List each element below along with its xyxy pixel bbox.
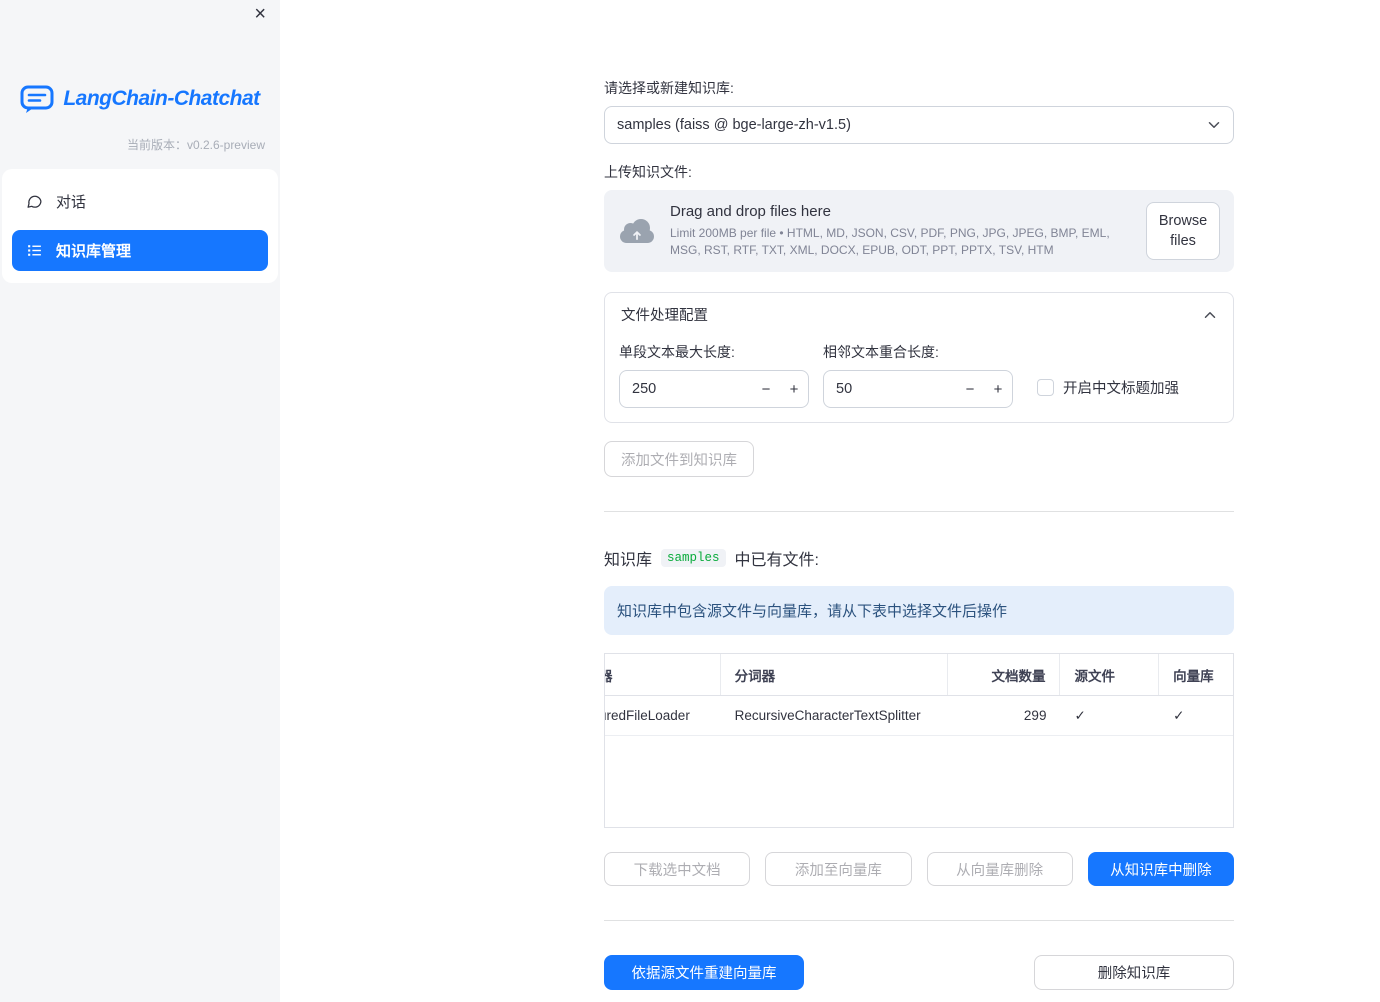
divider [604, 920, 1234, 921]
add-files-button[interactable]: 添加文件到知识库 [604, 441, 754, 477]
sidebar-close-icon[interactable]: × [254, 4, 266, 24]
config-expander-title: 文件处理配置 [621, 308, 708, 324]
logo-text: LangChain-Chatchat [63, 87, 260, 110]
table-header-cell[interactable]: 器 [605, 654, 721, 695]
table-cell-source-check: ✓ [1074, 707, 1086, 723]
chunk-size-label: 单段文本最大长度: [619, 344, 735, 360]
file-dropzone[interactable]: Drag and drop files here Limit 200MB per… [604, 190, 1234, 272]
table-cell-splitter: RecursiveCharacterTextSplitter [734, 708, 921, 723]
overlap-size-decrement-button[interactable]: − [956, 371, 984, 407]
overlap-size-label: 相邻文本重合长度: [823, 344, 939, 360]
kb-selected-value: samples (faiss @ bge-large-zh-v1.5) [617, 117, 851, 133]
zh-title-checkbox[interactable]: 开启中文标题加强 [1037, 377, 1179, 408]
dropzone-limit-text: Limit 200MB per file • HTML, MD, JSON, C… [670, 225, 1110, 257]
main-area: 请选择或新建知识库: samples (faiss @ bge-large-zh… [280, 0, 1380, 1002]
info-banner: 知识库中包含源文件与向量库，请从下表中选择文件后操作 [604, 586, 1234, 635]
kb-bottom-actions: 依据源文件重建向量库 删除知识库 [604, 955, 1234, 990]
menu-item-dialogue[interactable]: 对话 [12, 181, 268, 222]
chunk-size-field[interactable] [620, 381, 752, 397]
overlap-size-field[interactable] [824, 381, 956, 397]
divider [604, 511, 1234, 512]
chevron-down-icon [1205, 116, 1223, 134]
menu-item-knowledge-base[interactable]: 知识库管理 [12, 230, 268, 271]
list-icon [26, 242, 43, 259]
chunk-size-increment-button[interactable]: + [780, 371, 808, 407]
chunk-size-decrement-button[interactable]: − [752, 371, 780, 407]
config-expander: 文件处理配置 单段文本最大长度: − + 相邻文本重合 [604, 292, 1234, 423]
kb-files-suffix: 中已有文件: [734, 552, 819, 569]
kb-selectbox[interactable]: samples (faiss @ bge-large-zh-v1.5) [604, 106, 1234, 144]
table-row[interactable]: uredFileLoader RecursiveCharacterTextSpl… [605, 696, 1233, 736]
table-header: 器 分词器 文档数量 源文件 向量库 [605, 654, 1233, 696]
upload-cloud-icon [620, 217, 654, 245]
checkbox-icon[interactable] [1037, 379, 1054, 396]
rebuild-vectorstore-button[interactable]: 依据源文件重建向量库 [604, 955, 804, 990]
files-table: 器 分词器 文档数量 源文件 向量库 uredFileLoader Recurs… [604, 653, 1234, 828]
browse-files-button[interactable]: Browse files [1146, 202, 1220, 260]
delete-from-kb-button[interactable]: 从知识库中删除 [1087, 852, 1234, 886]
dropzone-title: Drag and drop files here [670, 202, 831, 220]
info-banner-text: 知识库中包含源文件与向量库，请从下表中选择文件后操作 [617, 603, 1008, 620]
overlap-size-increment-button[interactable]: + [984, 371, 1012, 407]
sidebar: × LangChain-Chatchat 当前版本：v0.2.6-preview… [0, 0, 280, 1002]
upload-arrow-icon [633, 231, 641, 240]
kb-select-label: 请选择或新建知识库: [604, 80, 734, 96]
config-expander-header[interactable]: 文件处理配置 [605, 293, 1233, 334]
version-label: 当前版本：v0.2.6-preview [126, 138, 265, 152]
add-to-vectorstore-button[interactable]: 添加至向量库 [765, 852, 912, 886]
overlap-size-input: − + [823, 370, 1013, 408]
chat-bubble-icon [26, 193, 43, 210]
menu-item-label: 对话 [56, 194, 87, 211]
zh-title-checkbox-label: 开启中文标题加强 [1063, 381, 1179, 397]
table-header-cell[interactable]: 源文件 [1060, 654, 1160, 695]
download-selected-button[interactable]: 下载选中文档 [604, 852, 751, 886]
logo-chat-icon [20, 84, 54, 114]
table-cell-loader: uredFileLoader [605, 708, 690, 723]
sidebar-menu: 对话 知识库管理 [2, 169, 278, 283]
table-header-cell[interactable]: 分词器 [721, 654, 948, 695]
delete-kb-button[interactable]: 删除知识库 [1034, 955, 1234, 990]
kb-files-prefix: 知识库 [604, 552, 653, 569]
table-cell-doc-count: 299 [1023, 708, 1047, 723]
table-header-cell[interactable]: 向量库 [1159, 654, 1233, 695]
delete-from-vectorstore-button[interactable]: 从向量库删除 [926, 852, 1073, 886]
app-logo: LangChain-Chatchat [14, 84, 266, 114]
upload-label: 上传知识文件: [604, 164, 692, 180]
chevron-up-icon [1201, 306, 1219, 324]
kb-name-code: samples [661, 549, 726, 567]
table-header-cell[interactable]: 文档数量 [948, 654, 1061, 695]
chunk-size-input: − + [619, 370, 809, 408]
table-actions: 下载选中文档 添加至向量库 从向量库删除 从知识库中删除 [604, 852, 1234, 886]
table-cell-vector-check: ✓ [1173, 707, 1185, 723]
dropzone-texts: Drag and drop files here Limit 200MB per… [670, 203, 1130, 260]
kb-files-heading: 知识库 samples 中已有文件: [604, 546, 1234, 570]
menu-item-label: 知识库管理 [56, 243, 132, 260]
